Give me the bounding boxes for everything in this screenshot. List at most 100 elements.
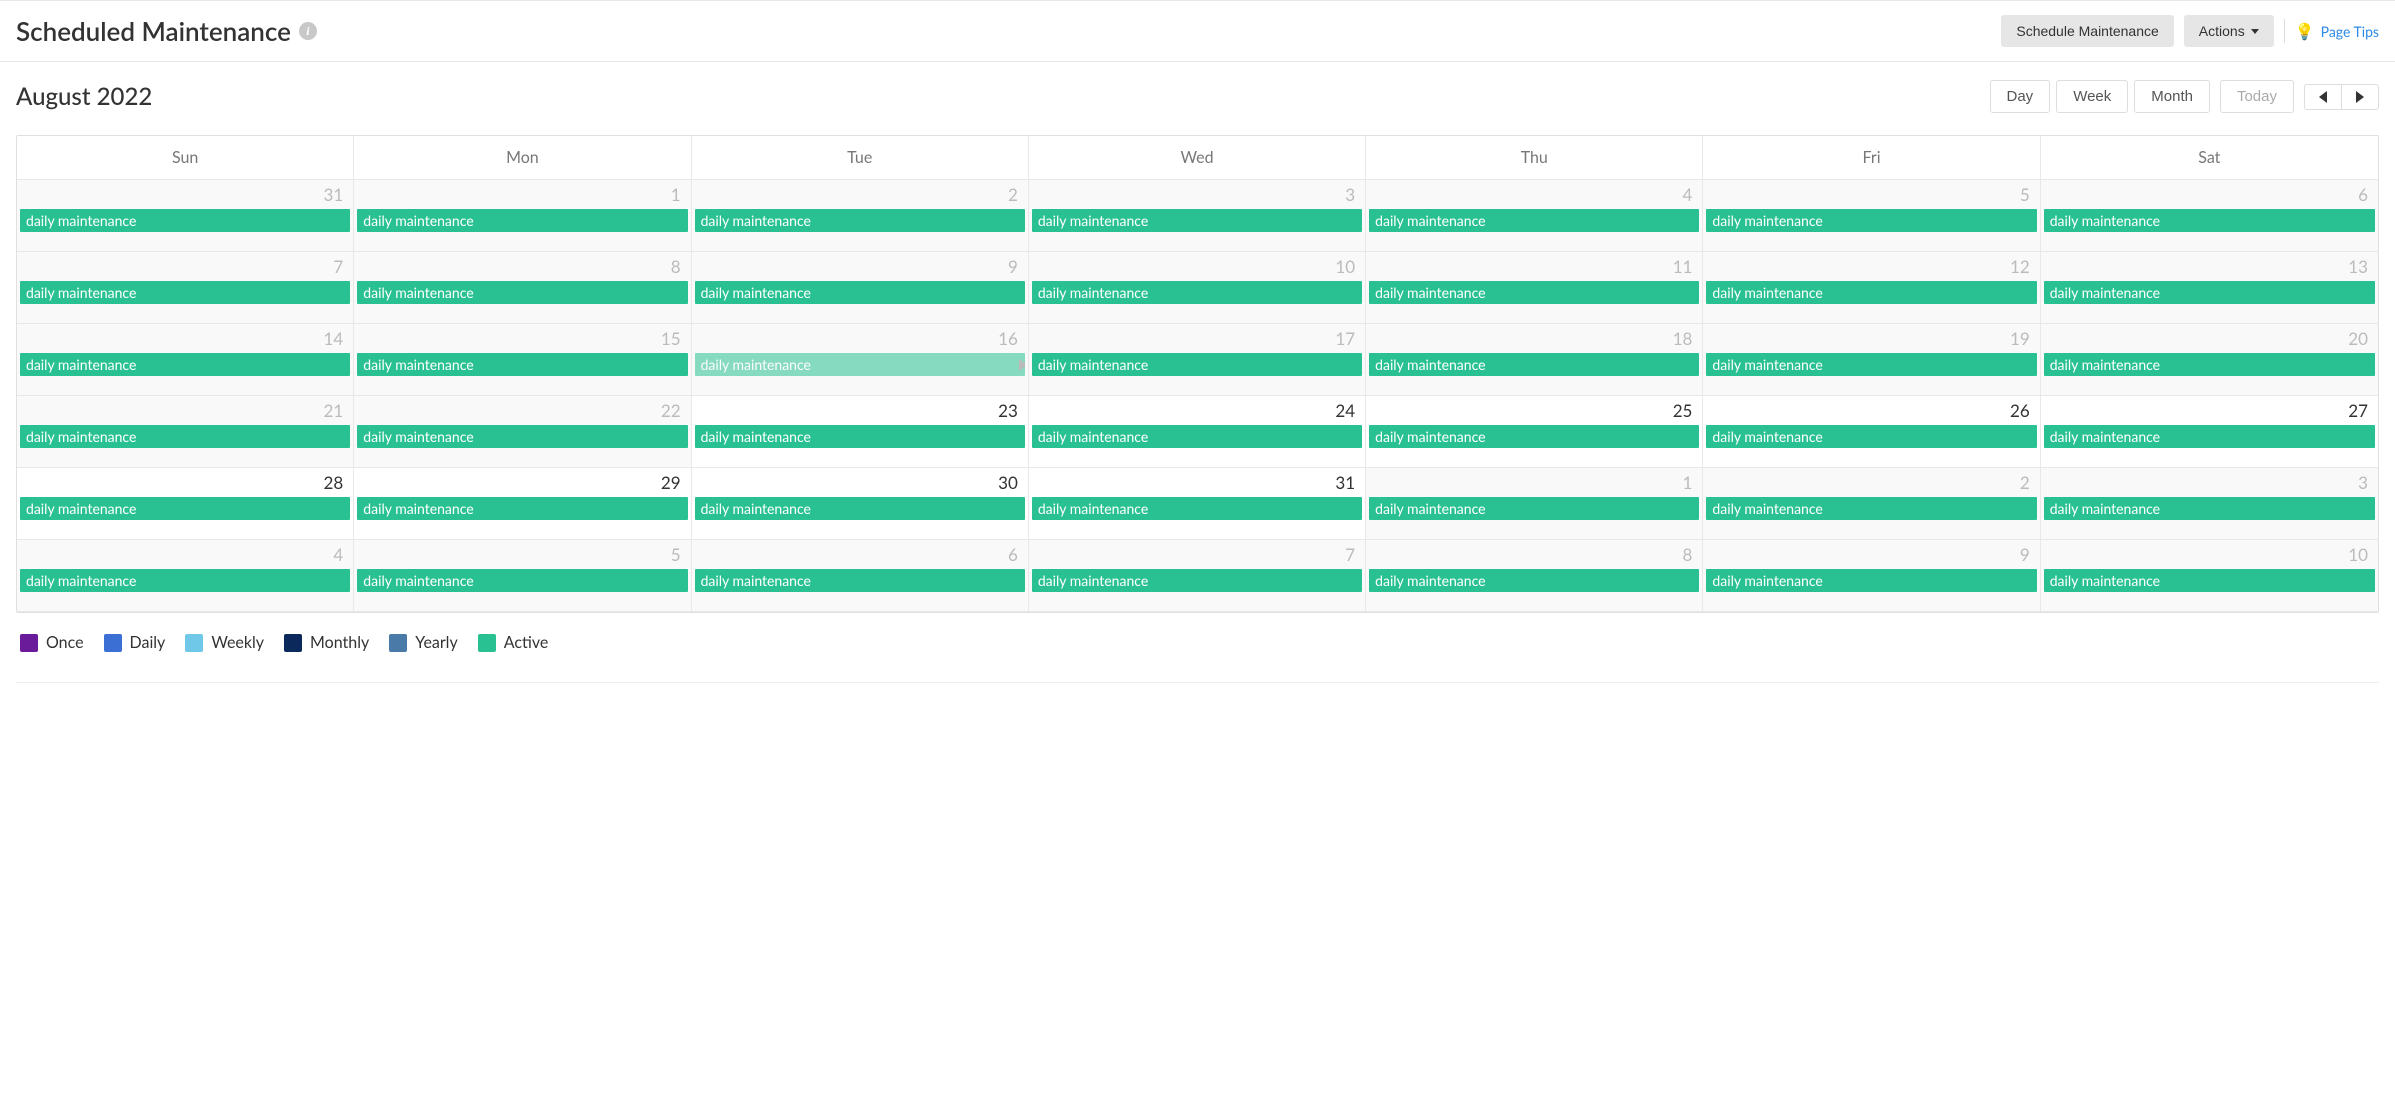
calendar-cell[interactable]: 8daily maintenance [1366, 540, 1703, 612]
calendar-event[interactable]: daily maintenance [1369, 281, 1699, 304]
calendar-cell[interactable]: 23daily maintenance [692, 396, 1029, 468]
calendar-event[interactable]: daily maintenance [1706, 281, 2036, 304]
calendar-event[interactable]: daily maintenance [20, 281, 350, 304]
day-number: 2 [1703, 468, 2039, 495]
calendar-event[interactable]: daily maintenance [1369, 569, 1699, 592]
calendar-cell[interactable]: 25daily maintenance [1366, 396, 1703, 468]
calendar-cell[interactable]: 11daily maintenance [1366, 252, 1703, 324]
calendar-event[interactable]: daily maintenance [695, 353, 1025, 376]
calendar-cell[interactable]: 30daily maintenance [692, 468, 1029, 540]
calendar-cell[interactable]: 4daily maintenance [1366, 180, 1703, 252]
calendar-cell[interactable]: 10daily maintenance [1029, 252, 1366, 324]
calendar-cell[interactable]: 9daily maintenance [1703, 540, 2040, 612]
calendar-event[interactable]: daily maintenance [1706, 425, 2036, 448]
calendar-cell[interactable]: 19daily maintenance [1703, 324, 2040, 396]
calendar-cell[interactable]: 7daily maintenance [17, 252, 354, 324]
calendar-cell[interactable]: 4daily maintenance [17, 540, 354, 612]
calendar-cell[interactable]: 1daily maintenance [354, 180, 691, 252]
calendar-event[interactable]: daily maintenance [695, 281, 1025, 304]
chevron-right-icon [2356, 91, 2364, 103]
calendar-cell[interactable]: 6daily maintenance [692, 540, 1029, 612]
calendar-cell[interactable]: 7daily maintenance [1029, 540, 1366, 612]
calendar-cell[interactable]: 18daily maintenance [1366, 324, 1703, 396]
calendar-event[interactable]: daily maintenance [2044, 281, 2375, 304]
calendar-cell[interactable]: 31daily maintenance [1029, 468, 1366, 540]
calendar-event[interactable]: daily maintenance [357, 497, 687, 520]
calendar-cell[interactable]: 31daily maintenance [17, 180, 354, 252]
calendar-event[interactable]: daily maintenance [357, 569, 687, 592]
calendar-cell[interactable]: 22daily maintenance [354, 396, 691, 468]
calendar-event[interactable]: daily maintenance [2044, 497, 2375, 520]
calendar-cell[interactable]: 1daily maintenance [1366, 468, 1703, 540]
calendar-cell[interactable]: 29daily maintenance [354, 468, 691, 540]
calendar-cell[interactable]: 8daily maintenance [354, 252, 691, 324]
calendar-cell[interactable]: 17daily maintenance [1029, 324, 1366, 396]
calendar-cell[interactable]: 15daily maintenance [354, 324, 691, 396]
calendar-event[interactable]: daily maintenance [1032, 425, 1362, 448]
calendar-cell[interactable]: 16daily maintenance [692, 324, 1029, 396]
calendar-event[interactable]: daily maintenance [1706, 353, 2036, 376]
calendar-event[interactable]: daily maintenance [1706, 497, 2036, 520]
actions-dropdown-button[interactable]: Actions [2184, 15, 2274, 47]
calendar-cell[interactable]: 2daily maintenance [692, 180, 1029, 252]
calendar-event[interactable]: daily maintenance [1032, 569, 1362, 592]
calendar-cell[interactable]: 2daily maintenance [1703, 468, 2040, 540]
calendar-cell[interactable]: 24daily maintenance [1029, 396, 1366, 468]
calendar-event[interactable]: daily maintenance [20, 569, 350, 592]
calendar-cell[interactable]: 3daily maintenance [2041, 468, 2378, 540]
page-tips-label: Page Tips [2321, 23, 2379, 40]
calendar-event[interactable]: daily maintenance [695, 497, 1025, 520]
calendar-event[interactable]: daily maintenance [2044, 353, 2375, 376]
calendar-event[interactable]: daily maintenance [357, 353, 687, 376]
calendar-cell[interactable]: 21daily maintenance [17, 396, 354, 468]
calendar-event[interactable]: daily maintenance [1369, 425, 1699, 448]
schedule-maintenance-button[interactable]: Schedule Maintenance [2001, 15, 2173, 47]
calendar-event[interactable]: daily maintenance [1032, 209, 1362, 232]
calendar-event[interactable]: daily maintenance [1032, 497, 1362, 520]
calendar-cell[interactable]: 5daily maintenance [1703, 180, 2040, 252]
info-icon[interactable]: i [299, 22, 317, 40]
calendar-event[interactable]: daily maintenance [1032, 281, 1362, 304]
calendar-event[interactable]: daily maintenance [695, 209, 1025, 232]
calendar-cell[interactable]: 14daily maintenance [17, 324, 354, 396]
legend-label: Yearly [415, 633, 457, 652]
calendar-event[interactable]: daily maintenance [357, 209, 687, 232]
calendar-event[interactable]: daily maintenance [1369, 353, 1699, 376]
calendar-event[interactable]: daily maintenance [695, 569, 1025, 592]
calendar-event[interactable]: daily maintenance [2044, 209, 2375, 232]
calendar-cell[interactable]: 6daily maintenance [2041, 180, 2378, 252]
view-month-button[interactable]: Month [2134, 80, 2210, 113]
calendar-cell[interactable]: 10daily maintenance [2041, 540, 2378, 612]
calendar-event[interactable]: daily maintenance [357, 281, 687, 304]
calendar-event[interactable]: daily maintenance [1706, 569, 2036, 592]
today-button[interactable]: Today [2220, 80, 2294, 113]
calendar-event[interactable]: daily maintenance [2044, 569, 2375, 592]
calendar-event[interactable]: daily maintenance [20, 497, 350, 520]
calendar-cell[interactable]: 28daily maintenance [17, 468, 354, 540]
calendar-event[interactable]: daily maintenance [357, 425, 687, 448]
view-week-button[interactable]: Week [2056, 80, 2128, 113]
calendar-cell[interactable]: 13daily maintenance [2041, 252, 2378, 324]
day-number: 6 [692, 540, 1028, 567]
calendar-event[interactable]: daily maintenance [1369, 209, 1699, 232]
calendar-cell[interactable]: 9daily maintenance [692, 252, 1029, 324]
prev-button[interactable] [2304, 84, 2341, 110]
calendar-event[interactable]: daily maintenance [695, 425, 1025, 448]
calendar-event[interactable]: daily maintenance [1032, 353, 1362, 376]
calendar-event[interactable]: daily maintenance [20, 425, 350, 448]
calendar-event[interactable]: daily maintenance [2044, 425, 2375, 448]
calendar-cell[interactable]: 20daily maintenance [2041, 324, 2378, 396]
calendar-event[interactable]: daily maintenance [1706, 209, 2036, 232]
day-number: 26 [1703, 396, 2039, 423]
calendar-cell[interactable]: 26daily maintenance [1703, 396, 2040, 468]
calendar-event[interactable]: daily maintenance [20, 209, 350, 232]
calendar-cell[interactable]: 5daily maintenance [354, 540, 691, 612]
calendar-cell[interactable]: 12daily maintenance [1703, 252, 2040, 324]
next-button[interactable] [2341, 84, 2379, 110]
page-tips-link[interactable]: 💡 Page Tips [2295, 22, 2379, 41]
calendar-event[interactable]: daily maintenance [1369, 497, 1699, 520]
calendar-cell[interactable]: 27daily maintenance [2041, 396, 2378, 468]
calendar-event[interactable]: daily maintenance [20, 353, 350, 376]
calendar-cell[interactable]: 3daily maintenance [1029, 180, 1366, 252]
view-day-button[interactable]: Day [1990, 80, 2051, 113]
